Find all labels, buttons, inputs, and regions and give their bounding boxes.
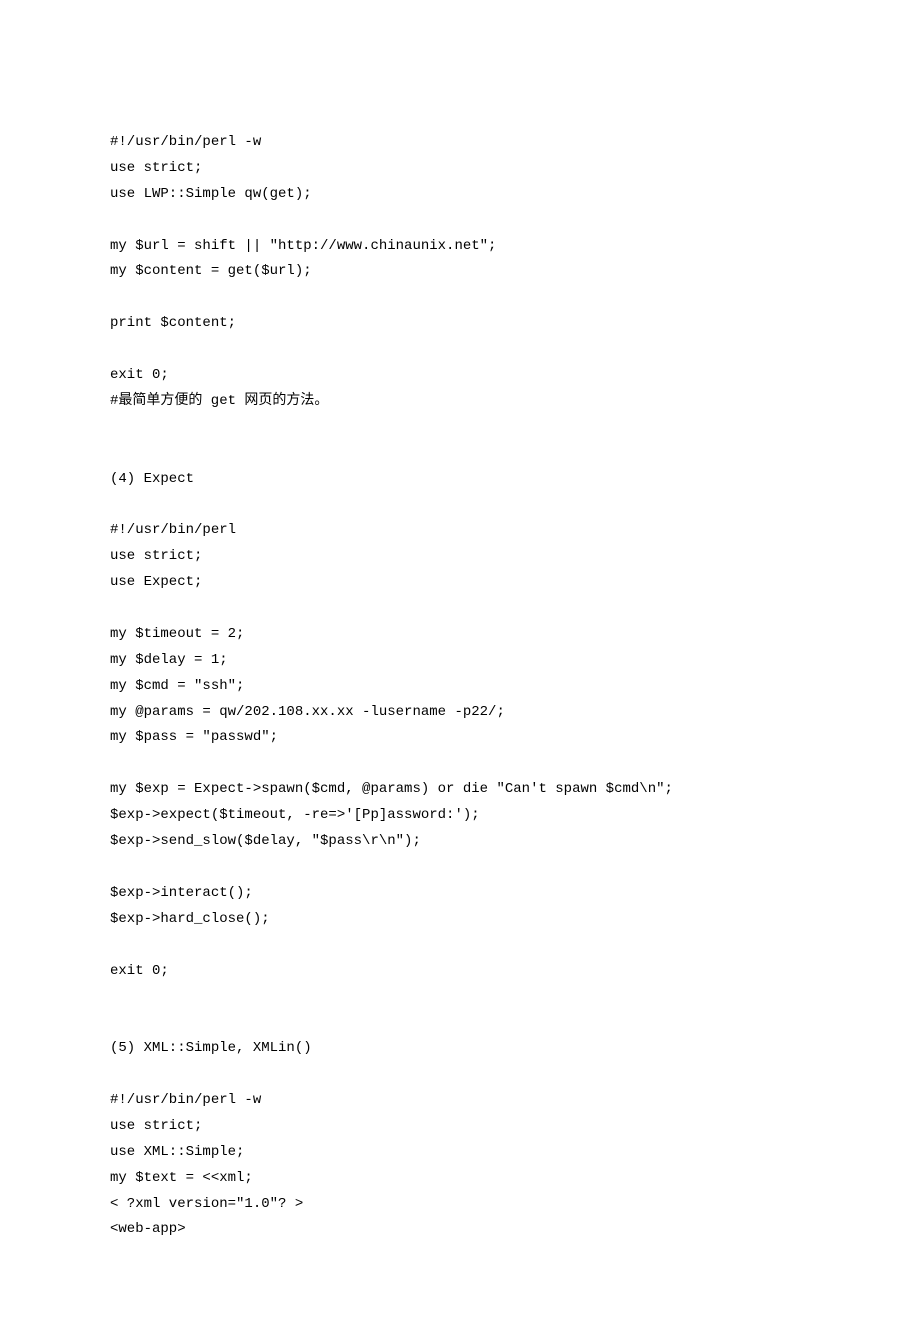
code-line: use XML::Simple; (110, 1140, 810, 1166)
code-line: use strict; (110, 544, 810, 570)
code-line (110, 1062, 810, 1088)
code-line: use strict; (110, 1114, 810, 1140)
code-line (110, 415, 810, 441)
document-page: #!/usr/bin/perl -wuse strict;use LWP::Si… (0, 0, 920, 1343)
code-line: my $pass = "passwd"; (110, 725, 810, 751)
code-line: $exp->hard_close(); (110, 907, 810, 933)
code-line: use LWP::Simple qw(get); (110, 182, 810, 208)
code-line: my @params = qw/202.108.xx.xx -lusername… (110, 700, 810, 726)
code-line: #!/usr/bin/perl (110, 518, 810, 544)
code-line: $exp->expect($timeout, -re=>'[Pp]assword… (110, 803, 810, 829)
code-line: < ?xml version="1.0"? > (110, 1192, 810, 1218)
code-line: $exp->send_slow($delay, "$pass\r\n"); (110, 829, 810, 855)
code-line (110, 285, 810, 311)
code-line (110, 492, 810, 518)
code-line: <web-app> (110, 1217, 810, 1243)
code-line (110, 1010, 810, 1036)
code-content: #!/usr/bin/perl -wuse strict;use LWP::Si… (110, 130, 810, 1243)
code-line: my $url = shift || "http://www.chinaunix… (110, 234, 810, 260)
code-line (110, 208, 810, 234)
code-line: my $cmd = "ssh"; (110, 674, 810, 700)
code-line (110, 751, 810, 777)
code-line (110, 855, 810, 881)
code-line: (5) XML::Simple, XMLin() (110, 1036, 810, 1062)
code-line (110, 984, 810, 1010)
code-line: my $content = get($url); (110, 259, 810, 285)
code-line: use strict; (110, 156, 810, 182)
code-line: my $text = <<xml; (110, 1166, 810, 1192)
code-line (110, 337, 810, 363)
code-line: use Expect; (110, 570, 810, 596)
code-line: exit 0; (110, 363, 810, 389)
code-line: (4) Expect (110, 467, 810, 493)
code-line: #最简单方便的 get 网页的方法。 (110, 389, 810, 415)
code-line: exit 0; (110, 959, 810, 985)
code-line: #!/usr/bin/perl -w (110, 1088, 810, 1114)
code-line: #!/usr/bin/perl -w (110, 130, 810, 156)
code-line (110, 441, 810, 467)
code-line: my $delay = 1; (110, 648, 810, 674)
code-line (110, 596, 810, 622)
code-line (110, 933, 810, 959)
code-line: print $content; (110, 311, 810, 337)
code-line: my $exp = Expect->spawn($cmd, @params) o… (110, 777, 810, 803)
code-line: my $timeout = 2; (110, 622, 810, 648)
code-line: $exp->interact(); (110, 881, 810, 907)
